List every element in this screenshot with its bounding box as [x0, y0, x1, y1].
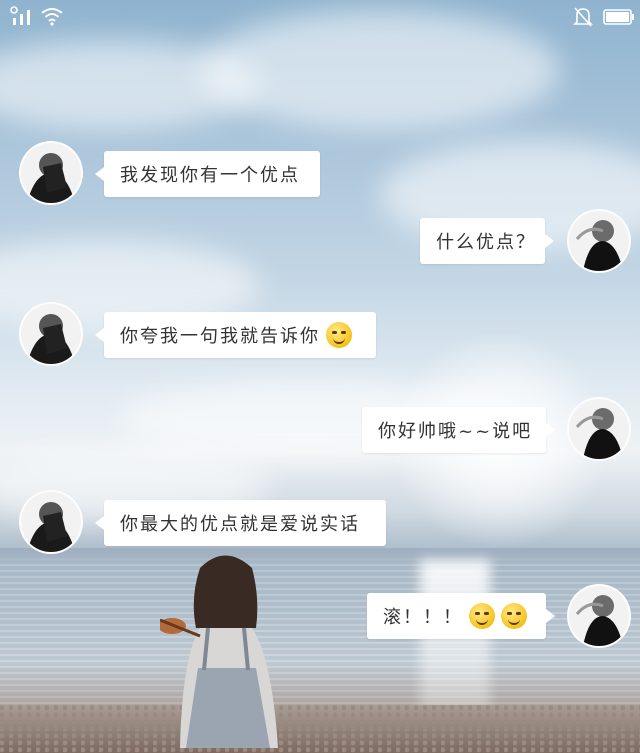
- message-text: 我发现你有一个优点: [120, 165, 300, 186]
- message-text: 什么优点？: [436, 232, 536, 253]
- message-bubble[interactable]: 什么优点？: [420, 218, 554, 264]
- mute-bell-icon: [573, 7, 593, 27]
- message-text: 你最大的优点就是爱说实话: [120, 514, 360, 535]
- signal-icon: [10, 6, 30, 25]
- message-bubble[interactable]: 你夸我一句我就告诉你: [95, 312, 376, 358]
- user-avatar[interactable]: [567, 397, 631, 461]
- user-avatar[interactable]: [567, 584, 631, 648]
- contact-avatar[interactable]: [19, 141, 83, 205]
- wifi-icon: [41, 8, 63, 26]
- message-text: 你好帅哦~~说吧: [378, 421, 533, 442]
- status-bar: [0, 0, 640, 34]
- contact-avatar[interactable]: [19, 302, 83, 366]
- message-bubble[interactable]: 你最大的优点就是爱说实话: [95, 500, 386, 546]
- background-photo: [0, 0, 640, 753]
- smile-emoji-icon: [469, 603, 495, 629]
- message-bubble[interactable]: 我发现你有一个优点: [95, 151, 320, 197]
- smirk-emoji-icon: [326, 322, 352, 348]
- contact-avatar[interactable]: [19, 490, 83, 554]
- message-bubble[interactable]: 你好帅哦~~说吧: [362, 407, 555, 453]
- smile-emoji-icon: [501, 603, 527, 629]
- message-bubble[interactable]: 滚！！！: [367, 593, 555, 639]
- girl-with-ukulele-figure: [160, 555, 278, 748]
- user-avatar[interactable]: [567, 209, 631, 273]
- message-text: 滚！！！: [383, 607, 463, 628]
- message-text: 你夸我一句我就告诉你: [120, 326, 320, 347]
- battery-icon: [603, 9, 634, 25]
